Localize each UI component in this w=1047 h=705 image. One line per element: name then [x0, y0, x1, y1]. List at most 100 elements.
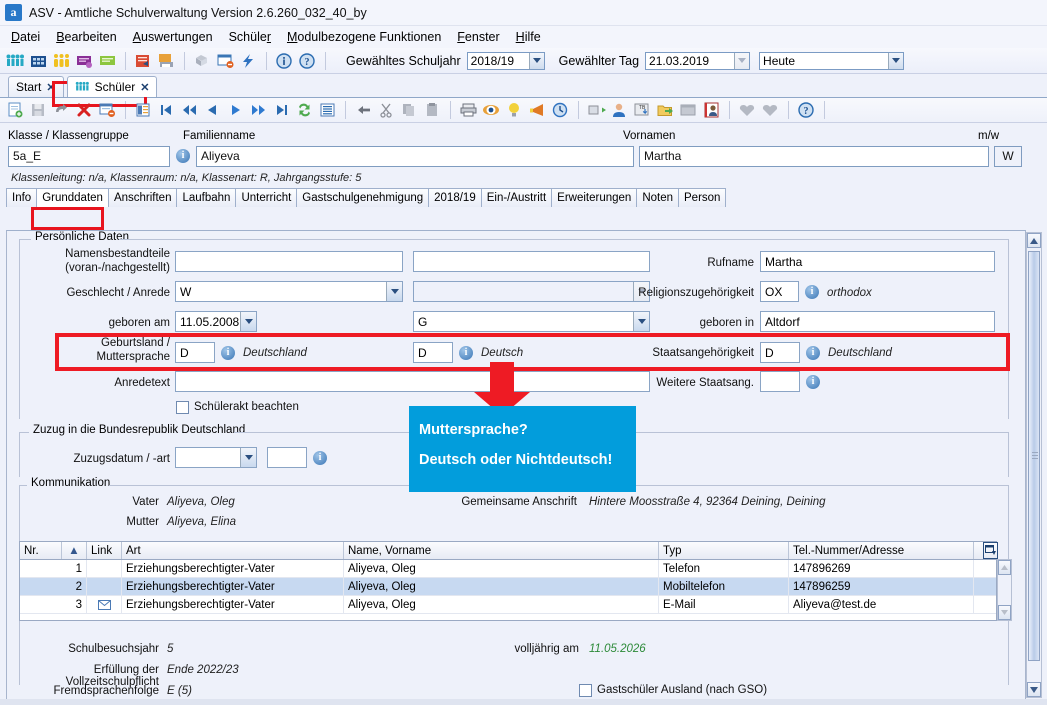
help-blue-icon[interactable]: ? — [797, 101, 816, 119]
column-header-link[interactable]: Link — [87, 542, 122, 559]
scroll-down-icon[interactable] — [1027, 682, 1041, 697]
delete-red-x-icon[interactable] — [75, 101, 94, 119]
report-book-icon[interactable] — [134, 52, 153, 70]
new-document-icon[interactable] — [6, 101, 25, 119]
column-header-nr[interactable]: Nr. — [20, 542, 62, 559]
scroll-down-icon[interactable] — [998, 605, 1011, 620]
chevron-down-icon[interactable] — [386, 282, 402, 301]
column-header-art[interactable]: Art — [122, 542, 344, 559]
info-icon[interactable]: i — [806, 375, 820, 389]
prev-record-icon[interactable] — [203, 101, 222, 119]
list-view-icon[interactable] — [134, 101, 153, 119]
photo-person-icon[interactable] — [702, 101, 721, 119]
info-icon[interactable]: i — [806, 346, 820, 360]
close-icon[interactable]: ✕ — [140, 81, 149, 94]
scroll-up-icon[interactable] — [998, 560, 1011, 575]
muttersprache-input[interactable]: D — [413, 342, 453, 363]
rufname-input[interactable]: Martha — [760, 251, 995, 272]
print-icon[interactable] — [459, 101, 478, 119]
tab-gastschulgenehmigung[interactable]: Gastschulgenehmigung — [296, 188, 430, 207]
column-header-tel[interactable]: Tel.-Nummer/Adresse — [789, 542, 974, 559]
vornamen-input[interactable]: Martha — [639, 145, 989, 167]
chevron-down-icon[interactable] — [240, 448, 256, 467]
geboren-in-input[interactable]: Altdorf — [760, 311, 995, 332]
clock-icon[interactable] — [551, 101, 570, 119]
purple-card-icon[interactable] — [75, 52, 94, 70]
close-icon[interactable]: ✕ — [46, 81, 55, 94]
back-arrow-icon[interactable] — [354, 101, 373, 119]
tab-anschriften[interactable]: Anschriften — [107, 188, 178, 207]
refresh-icon[interactable] — [295, 101, 314, 119]
schoolyear-combo[interactable]: 2018/19 — [466, 51, 545, 70]
schuelerakt-checkbox[interactable] — [176, 401, 189, 414]
export-box-icon[interactable] — [587, 101, 606, 119]
menu-hilfe[interactable]: Hilfe — [511, 28, 552, 46]
last-record-icon[interactable] — [272, 101, 291, 119]
table-row[interactable]: 3 Erziehungsberechtigter-Vater Aliyeva, … — [20, 596, 996, 614]
tab-info[interactable]: Info — [6, 188, 38, 207]
menu-modulbezogene-funktionen[interactable]: Modulbezogene Funktionen — [282, 28, 452, 46]
lightning-icon[interactable] — [239, 52, 258, 70]
window-tab-start[interactable]: Start ✕ — [8, 76, 64, 97]
menu-auswertungen[interactable]: Auswertungen — [128, 28, 224, 46]
prev-page-icon[interactable] — [180, 101, 199, 119]
table-row[interactable]: 1 Erziehungsberechtigter-Vater Aliyeva, … — [20, 560, 996, 578]
mail-icon[interactable] — [87, 596, 122, 613]
menu-schueler[interactable]: Schüler — [224, 28, 282, 46]
tab-erweiterungen[interactable]: Erweiterungen — [551, 188, 638, 207]
tb-table-icon[interactable]: TB — [633, 101, 652, 119]
bulb-icon[interactable] — [505, 101, 524, 119]
weitere-staatsang-input[interactable] — [760, 371, 800, 392]
next-page-icon[interactable] — [249, 101, 268, 119]
info-icon[interactable]: i — [805, 285, 819, 299]
info-icon[interactable]: i — [459, 346, 473, 360]
staatsangehoerigkeit-input[interactable]: D — [760, 342, 800, 363]
chevron-down-icon[interactable] — [888, 52, 904, 69]
cut-icon[interactable] — [377, 101, 396, 119]
school-building-icon[interactable] — [29, 52, 48, 70]
preview-eye-icon[interactable] — [482, 101, 501, 119]
folder-export-icon[interactable] — [656, 101, 675, 119]
tab-person[interactable]: Person — [678, 188, 727, 207]
geburtsart-combo[interactable]: G — [413, 311, 650, 332]
scroll-up-icon[interactable] — [1027, 233, 1041, 248]
first-record-icon[interactable] — [157, 101, 176, 119]
namensbestandteile-nach-input[interactable] — [413, 251, 650, 272]
zuzugsart-input[interactable] — [267, 447, 307, 468]
tab-grunddaten[interactable]: Grunddaten — [36, 188, 109, 207]
today-combo[interactable]: Heute — [759, 51, 905, 70]
tab-laufbahn[interactable]: Laufbahn — [176, 188, 237, 207]
person-blue-icon[interactable] — [610, 101, 629, 119]
report-icon[interactable] — [318, 101, 337, 119]
geburtsland-input[interactable]: D — [175, 342, 215, 363]
column-settings-icon[interactable] — [983, 542, 998, 559]
window-block-icon[interactable] — [216, 52, 235, 70]
geboren-am-date-input[interactable]: 11.05.2008 — [175, 311, 257, 332]
info-icon[interactable] — [275, 52, 294, 70]
trumpet-icon[interactable] — [528, 101, 547, 119]
familienname-input[interactable]: Aliyeva — [196, 145, 634, 167]
religion-input[interactable]: OX — [760, 281, 799, 302]
anredetext-input[interactable] — [175, 371, 650, 392]
students-group-icon[interactable] — [6, 52, 25, 70]
chevron-down-icon[interactable] — [734, 52, 750, 69]
info-icon[interactable]: i — [176, 149, 190, 163]
green-card-icon[interactable] — [98, 52, 117, 70]
persons-icon[interactable] — [52, 52, 71, 70]
geschlecht-combo[interactable]: W — [175, 281, 403, 302]
tab-unterricht[interactable]: Unterricht — [235, 188, 298, 207]
tab-ein-austritt[interactable]: Ein-/Austritt — [480, 188, 553, 207]
undo-icon[interactable] — [52, 101, 71, 119]
zuzugsdatum-input[interactable] — [175, 447, 257, 468]
tab-schuljahr[interactable]: 2018/19 — [428, 188, 482, 207]
klasse-input[interactable]: 5a_E — [8, 145, 170, 167]
namensbestandteile-voran-input[interactable] — [175, 251, 403, 272]
form-remove-icon[interactable] — [98, 101, 117, 119]
panel-vertical-scrollbar[interactable] — [1026, 232, 1042, 698]
column-header-typ[interactable]: Typ — [659, 542, 789, 559]
chevron-down-icon[interactable] — [240, 312, 256, 331]
info-icon[interactable]: i — [313, 451, 327, 465]
menu-fenster[interactable]: Fenster — [452, 28, 510, 46]
info-icon[interactable]: i — [221, 346, 235, 360]
mw-input[interactable]: W — [994, 145, 1022, 167]
